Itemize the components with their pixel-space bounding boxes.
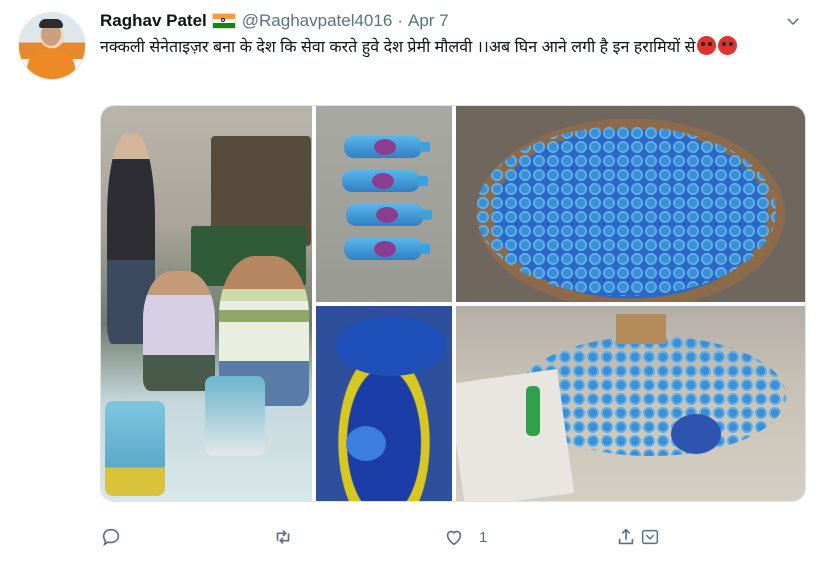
- photo-basket[interactable]: [456, 106, 805, 302]
- tweet-date[interactable]: Apr 7: [408, 11, 449, 31]
- angry-face-icon: [718, 36, 738, 55]
- tweet-text: नक्कली सेनेताइज़र बना के देश कि सेवा करत…: [100, 35, 812, 60]
- share-button[interactable]: [615, 522, 661, 552]
- author-name[interactable]: Raghav Patel: [100, 11, 207, 31]
- tweet-card[interactable]: Raghav Patel @Raghavpatel4016 · Apr 7 नक…: [0, 0, 827, 579]
- separator-dot: ·: [397, 11, 403, 30]
- like-button[interactable]: 1: [443, 522, 487, 552]
- reply-icon: [102, 528, 120, 547]
- media-grid: [100, 105, 806, 502]
- photo-pile[interactable]: [456, 306, 805, 501]
- photo-bottles[interactable]: [316, 106, 452, 302]
- share-icon: [618, 528, 634, 545]
- photo-workers[interactable]: [101, 106, 312, 501]
- retweet-button[interactable]: [272, 522, 294, 552]
- tweet-header: Raghav Patel @Raghavpatel4016 · Apr 7: [100, 10, 449, 32]
- more-options-icon[interactable]: [784, 12, 802, 30]
- tweet-actions: 1: [100, 522, 800, 552]
- photo-drum[interactable]: [316, 306, 452, 501]
- india-flag-icon: [211, 13, 236, 29]
- author-handle[interactable]: @Raghavpatel4016: [242, 11, 393, 31]
- angry-face-icon: [697, 36, 717, 55]
- retweet-icon: [276, 529, 290, 545]
- tweet-body: नक्कली सेनेताइज़र बना के देश कि सेवा करत…: [100, 39, 696, 56]
- reply-button[interactable]: [100, 522, 122, 552]
- heart-icon: [446, 530, 462, 546]
- avatar[interactable]: [18, 12, 86, 80]
- chevron-down-icon[interactable]: [639, 526, 661, 548]
- like-count: 1: [479, 528, 488, 546]
